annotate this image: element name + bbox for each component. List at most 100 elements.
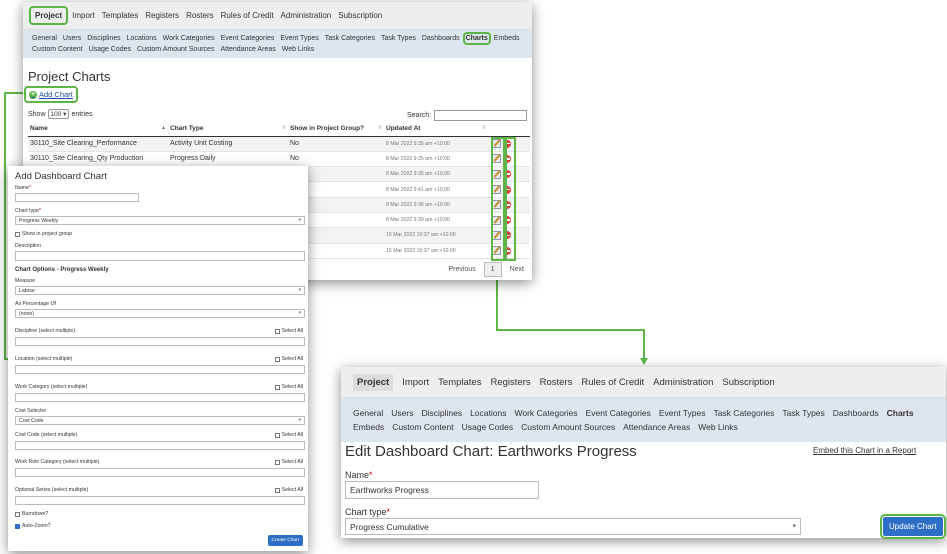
submenu-event-types[interactable]: Event Types — [280, 35, 318, 42]
embed-chart-link[interactable]: Embed this Chart in a Report — [813, 446, 916, 455]
submenu-embeds[interactable]: Embeds — [353, 422, 384, 432]
discipline-label: Discipline (select multiple) — [15, 328, 75, 334]
submenu-custom-content[interactable]: Custom Content — [32, 46, 83, 53]
column-header-chart-type[interactable]: Chart Type ⇅ — [168, 122, 288, 137]
pager-next[interactable]: Next — [510, 266, 524, 273]
submenu-attendance-areas[interactable]: Attendance Areas — [220, 46, 275, 53]
menu-rosters[interactable]: Rosters — [540, 377, 573, 388]
as-percentage-select[interactable]: (none) ▾ — [15, 309, 305, 318]
submenu-event-categories[interactable]: Event Categories — [221, 35, 275, 42]
search-input[interactable] — [434, 110, 528, 121]
update-chart-button[interactable]: Update Chart — [880, 514, 946, 539]
menu-rosters[interactable]: Rosters — [186, 11, 214, 20]
checkbox-checked-icon — [15, 523, 20, 529]
menu-project[interactable]: Project — [353, 373, 394, 391]
column-header-name[interactable]: Name ▲ — [28, 122, 168, 137]
menu-registers[interactable]: Registers — [490, 377, 530, 388]
table-row: 30110_Site Clearing_Performance Activity… — [28, 136, 530, 152]
submenu-locations[interactable]: Locations — [127, 35, 157, 42]
measure-select[interactable]: Labour ▾ — [15, 286, 305, 295]
submenu-locations[interactable]: Locations — [470, 408, 506, 418]
burndown-checkbox[interactable]: Burndown? — [15, 511, 48, 517]
work-role-select-all[interactable]: Select All — [274, 459, 303, 465]
submenu-custom-amount-sources[interactable]: Custom Amount Sources — [137, 46, 214, 53]
discipline-multiselect[interactable] — [15, 337, 305, 346]
chart-type-select[interactable]: Progress Cumulative ▾ — [345, 518, 801, 535]
submenu-dashboards[interactable]: Dashboards — [833, 408, 879, 418]
submenu-usage-codes[interactable]: Usage Codes — [462, 422, 514, 432]
submenu-disciplines[interactable]: Disciplines — [87, 35, 120, 42]
optional-series-multiselect[interactable] — [15, 496, 305, 505]
work-category-multiselect[interactable] — [15, 393, 305, 402]
submenu-web-links[interactable]: Web Links — [282, 46, 315, 53]
submenu-event-types[interactable]: Event Types — [659, 408, 706, 418]
create-chart-button[interactable]: Create Chart — [267, 535, 303, 546]
checkbox-icon — [15, 231, 20, 237]
entries-select[interactable]: 100 ▾ — [47, 109, 70, 119]
menu-registers[interactable]: Registers — [145, 11, 179, 20]
cost-code-multiselect[interactable] — [15, 441, 305, 450]
chart-type-select[interactable]: Progress Weekly ▾ — [15, 216, 305, 225]
optional-series-select-all[interactable]: Select All — [274, 487, 303, 493]
submenu-usage-codes[interactable]: Usage Codes — [89, 46, 131, 53]
submenu-users[interactable]: Users — [391, 408, 413, 418]
menu-administration[interactable]: Administration — [653, 377, 713, 388]
cost-code-select-all[interactable]: Select All — [274, 432, 303, 438]
menu-import[interactable]: Import — [402, 377, 429, 388]
work-role-multiselect[interactable] — [15, 468, 305, 477]
add-chart-link[interactable]: + Add Chart — [24, 86, 78, 103]
show-in-project-group-checkbox[interactable]: Show in project group — [15, 231, 72, 237]
description-textarea[interactable] — [15, 251, 305, 261]
submenu-custom-content[interactable]: Custom Content — [392, 422, 453, 432]
submenu-dashboards[interactable]: Dashboards — [422, 35, 460, 42]
submenu-task-types[interactable]: Task Types — [381, 35, 416, 42]
work-category-select-all[interactable]: Select All — [274, 384, 303, 390]
submenu-event-categories[interactable]: Event Categories — [586, 408, 651, 418]
submenu-attendance-areas[interactable]: Attendance Areas — [623, 422, 690, 432]
chevron-down-icon: ▾ — [792, 523, 796, 530]
submenu-work-categories[interactable]: Work Categories — [514, 408, 577, 418]
menu-subscription[interactable]: Subscription — [338, 11, 382, 20]
edit-actions-highlight — [491, 137, 505, 261]
cell-name: 30110_Site Clearing_Performance — [28, 136, 168, 152]
submenu-web-links[interactable]: Web Links — [698, 422, 738, 432]
submenu-task-categories[interactable]: Task Categories — [713, 408, 774, 418]
dialog-title: Add Dashboard Chart — [15, 171, 107, 182]
submenu-general[interactable]: General — [353, 408, 383, 418]
menu-templates[interactable]: Templates — [438, 377, 481, 388]
auto-zoom-checkbox[interactable]: Auto-Zoom? — [15, 523, 51, 529]
submenu-charts[interactable]: Charts — [462, 32, 491, 45]
cost-selector-select[interactable]: Cost Code ▾ — [15, 416, 305, 425]
location-multiselect[interactable] — [15, 365, 305, 374]
menu-import[interactable]: Import — [72, 11, 95, 20]
column-header-show-in-group[interactable]: Show in Project Group? ⇅ — [288, 122, 384, 137]
discipline-select-all[interactable]: Select All — [274, 328, 303, 334]
measure-label: Measure — [15, 278, 36, 284]
menu-rules-of-credit[interactable]: Rules of Credit — [581, 377, 644, 388]
location-select-all[interactable]: Select All — [274, 356, 303, 362]
chart-type-label: Chart type* — [345, 507, 391, 517]
submenu-charts[interactable]: Charts — [887, 408, 914, 418]
submenu-work-categories[interactable]: Work Categories — [163, 35, 215, 42]
submenu-general[interactable]: General — [32, 35, 57, 42]
submenu-embeds[interactable]: Embeds — [494, 35, 520, 42]
menu-project[interactable]: Project — [28, 6, 69, 25]
menu-subscription[interactable]: Subscription — [722, 377, 774, 388]
submenu-custom-amount-sources[interactable]: Custom Amount Sources — [521, 422, 615, 432]
menu-templates[interactable]: Templates — [102, 11, 138, 20]
column-header-actions — [488, 122, 530, 137]
submenu-task-types[interactable]: Task Types — [782, 408, 824, 418]
menu-rules-of-credit[interactable]: Rules of Credit — [221, 11, 274, 20]
menu-administration[interactable]: Administration — [281, 11, 332, 20]
page-title: Project Charts — [28, 69, 111, 84]
project-submenu: General Users Disciplines Locations Work… — [23, 30, 532, 58]
submenu-task-categories[interactable]: Task Categories — [325, 35, 375, 42]
column-header-updated-at[interactable]: Updated At ⇅ — [384, 122, 488, 137]
name-input[interactable]: Earthworks Progress — [345, 481, 539, 499]
submenu-disciplines[interactable]: Disciplines — [421, 408, 462, 418]
submenu-users[interactable]: Users — [63, 35, 81, 42]
name-input[interactable] — [15, 193, 139, 202]
connector-line — [4, 92, 6, 360]
pager-previous[interactable]: Previous — [448, 266, 475, 273]
pager-page-1[interactable]: 1 — [483, 262, 502, 277]
